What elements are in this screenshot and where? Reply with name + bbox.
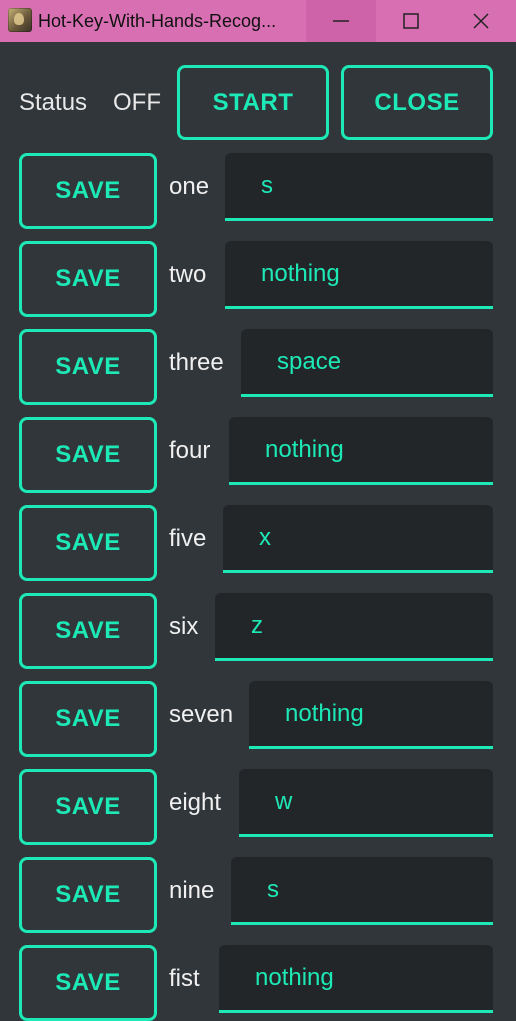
key-field-seven[interactable]: nothing <box>249 681 493 749</box>
save-button-five[interactable]: SAVE <box>19 505 157 581</box>
key-field-eight[interactable]: w <box>239 769 493 837</box>
key-field-five[interactable]: x <box>223 505 493 573</box>
window-title: Hot-Key-With-Hands-Recog... <box>38 11 277 31</box>
start-button[interactable]: START <box>177 65 329 140</box>
save-button-two[interactable]: SAVE <box>19 241 157 317</box>
key-field-six[interactable]: z <box>215 593 493 661</box>
key-field-two[interactable]: nothing <box>225 241 493 309</box>
key-value-five: x <box>259 524 271 551</box>
gesture-label-four: four <box>169 437 211 464</box>
save-button-fist[interactable]: SAVE <box>19 945 157 1021</box>
status-value: OFF <box>113 89 161 116</box>
minimize-button[interactable] <box>306 0 376 42</box>
gesture-label-five: five <box>169 525 207 552</box>
gesture-label-three: three <box>169 349 224 376</box>
gesture-label-one: one <box>169 173 210 200</box>
key-field-four[interactable]: nothing <box>229 417 493 485</box>
gesture-label-six: six <box>169 613 199 640</box>
status-label: Status <box>19 89 88 116</box>
save-button-six[interactable]: SAVE <box>19 593 157 669</box>
minimize-icon <box>333 20 349 22</box>
save-button-one[interactable]: SAVE <box>19 153 157 229</box>
save-button-eight[interactable]: SAVE <box>19 769 157 845</box>
key-value-fist: nothing <box>255 964 334 991</box>
key-field-fist[interactable]: nothing <box>219 945 493 1013</box>
close-button[interactable]: CLOSE <box>341 65 493 140</box>
key-value-one: s <box>261 172 273 199</box>
app-icon <box>8 8 32 32</box>
key-field-three[interactable]: space <box>241 329 493 397</box>
key-value-eight: w <box>275 788 293 815</box>
save-button-seven[interactable]: SAVE <box>19 681 157 757</box>
gesture-label-eight: eight <box>169 789 222 816</box>
save-button-four[interactable]: SAVE <box>19 417 157 493</box>
gesture-label-fist: fist <box>169 965 200 992</box>
gesture-label-nine: nine <box>169 877 215 904</box>
maximize-button[interactable] <box>376 0 446 42</box>
gesture-label-seven: seven <box>169 701 234 728</box>
save-button-nine[interactable]: SAVE <box>19 857 157 933</box>
maximize-icon <box>403 13 419 29</box>
key-value-three: space <box>277 348 342 375</box>
window-titlebar[interactable]: Hot-Key-With-Hands-Recog... <box>0 0 516 42</box>
gesture-label-two: two <box>169 261 207 288</box>
close-icon <box>473 13 489 29</box>
key-field-nine[interactable]: s <box>231 857 493 925</box>
close-window-button[interactable] <box>446 0 516 42</box>
key-field-one[interactable]: s <box>225 153 493 221</box>
save-button-three[interactable]: SAVE <box>19 329 157 405</box>
key-value-two: nothing <box>261 260 340 287</box>
key-value-six: z <box>251 612 263 639</box>
key-value-seven: nothing <box>285 700 364 727</box>
key-value-four: nothing <box>265 436 344 463</box>
key-value-nine: s <box>267 876 279 903</box>
